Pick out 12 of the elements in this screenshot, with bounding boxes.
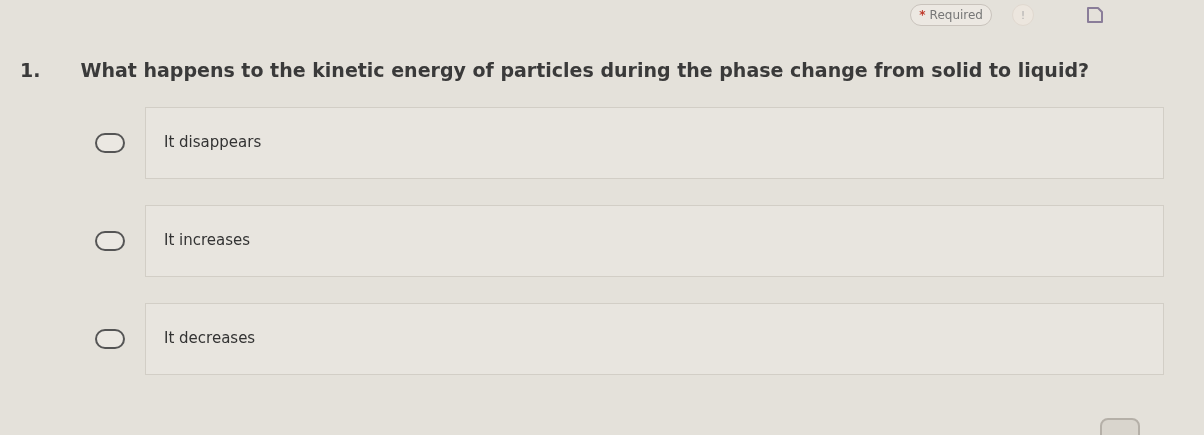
radio-button[interactable] [95,230,125,251]
question-number: 1. [20,58,41,83]
question-text: What happens to the kinetic energy of particles during the phase change from solid to liquid? [80,58,1089,83]
radio-button[interactable] [95,132,125,153]
radio-button[interactable] [95,328,125,349]
asterisk-icon: * [919,6,926,24]
info-badge: ! [1012,4,1034,26]
answer-option[interactable]: It increases [145,204,1164,277]
required-label: Required [929,7,983,24]
answer-option[interactable]: It decreases [145,302,1164,375]
document-icon[interactable] [1086,6,1104,24]
answer-option[interactable]: It disappears [145,106,1164,179]
